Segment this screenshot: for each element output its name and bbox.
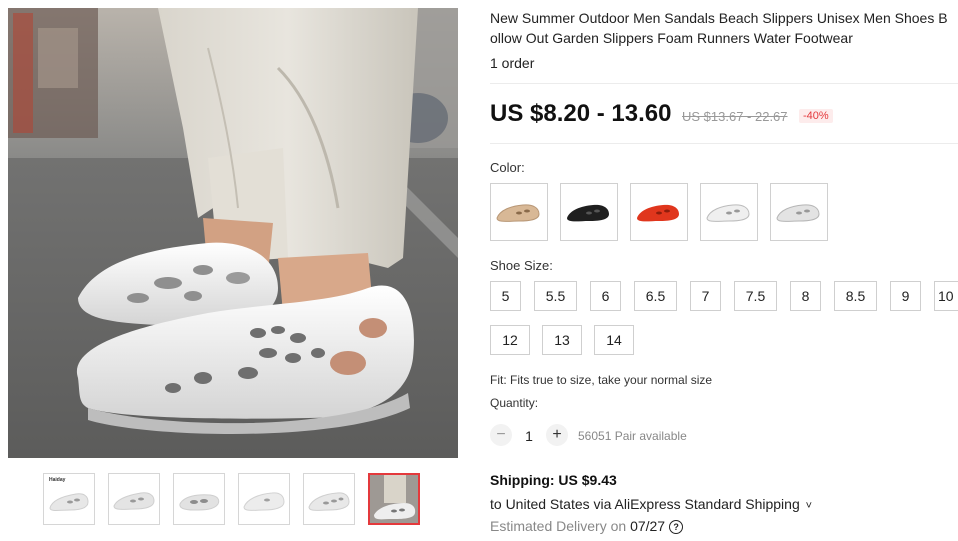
chevron-down-icon: ˅ (805, 500, 813, 512)
product-photo (8, 8, 458, 458)
size-option-6[interactable]: 6 (590, 281, 621, 311)
estimated-delivery-label: Estimated Delivery on (490, 518, 631, 534)
estimated-delivery-date: 07/27 (630, 518, 666, 534)
size-option-8[interactable]: 8 (790, 281, 821, 311)
shoe-size-label: Shoe Size: (490, 258, 553, 273)
size-option-5[interactable]: 5 (490, 281, 521, 311)
divider (490, 143, 958, 144)
product-title-line-2: ollow Out Garden Slippers Foam Runners W… (490, 30, 853, 46)
thumbnail-4[interactable] (238, 473, 290, 525)
quantity-decrease-button[interactable]: − (490, 424, 512, 446)
color-swatch-black[interactable] (560, 183, 618, 241)
shipping-cost: Shipping: US $9.43 (490, 472, 617, 488)
original-price: US $13.67 - 22.67 (682, 109, 788, 124)
size-option-9[interactable]: 9 (890, 281, 921, 311)
thumbnail-3[interactable] (173, 473, 225, 525)
size-option-7[interactable]: 7 (690, 281, 721, 311)
help-icon[interactable]: ? (669, 520, 684, 534)
shoe-thumb-image (179, 494, 220, 511)
main-product-image[interactable] (8, 8, 458, 458)
product-title-line-1: New Summer Outdoor Men Sandals Beach Sli… (490, 10, 948, 26)
estimated-delivery: Estimated Delivery on 07/27? (490, 518, 684, 534)
shoe-thumb-image (243, 492, 285, 511)
size-option-5-5[interactable]: 5.5 (534, 281, 577, 311)
size-option-10[interactable]: 10 (934, 281, 958, 311)
shoe-thumb-image (370, 475, 418, 523)
size-option-14[interactable]: 14 (594, 325, 634, 355)
shoe-swatch-image (496, 204, 540, 222)
product-title: New Summer Outdoor Men Sandals Beach Sli… (490, 8, 958, 48)
size-option-8-5[interactable]: 8.5 (834, 281, 877, 311)
shipping-destination[interactable]: to United States via AliExpress Standard… (490, 496, 812, 512)
size-option-12[interactable]: 12 (490, 325, 530, 355)
shoe-swatch-image (637, 204, 679, 222)
color-label: Color: (490, 160, 525, 175)
discount-badge: -40% (799, 109, 833, 123)
order-count: 1 order (490, 55, 535, 71)
fit-note: Fit: Fits true to size, take your normal… (490, 373, 713, 387)
thumbnail-5[interactable] (303, 473, 355, 525)
quantity-increase-button[interactable]: + (546, 424, 568, 446)
color-swatch-white[interactable] (700, 183, 758, 241)
stock-available: 56051 Pair available (578, 429, 687, 443)
shoe-swatch-image (706, 204, 750, 222)
shoe-thumb-image (308, 492, 350, 511)
color-swatch-red[interactable] (630, 183, 688, 241)
brand-logo: Haiday (49, 477, 66, 483)
shoe-thumb-image (113, 492, 155, 510)
size-option-7-5[interactable]: 7.5 (734, 281, 777, 311)
color-swatch-khaki[interactable] (490, 183, 548, 241)
color-swatch-light-grey[interactable] (770, 183, 828, 241)
thumbnail-6[interactable] (368, 473, 420, 525)
thumbnail-1[interactable]: Haiday (43, 473, 95, 525)
thumbnail-2[interactable] (108, 473, 160, 525)
shipping-destination-text: to United States via AliExpress Standard… (490, 496, 800, 512)
quantity-value[interactable]: 1 (522, 428, 536, 444)
divider (490, 83, 958, 84)
shoe-swatch-image (567, 204, 609, 222)
size-option-6-5[interactable]: 6.5 (634, 281, 677, 311)
size-option-13[interactable]: 13 (542, 325, 582, 355)
quantity-label: Quantity: (490, 396, 539, 410)
current-price: US $8.20 - 13.60 (490, 100, 672, 127)
shoe-swatch-image (776, 204, 820, 222)
